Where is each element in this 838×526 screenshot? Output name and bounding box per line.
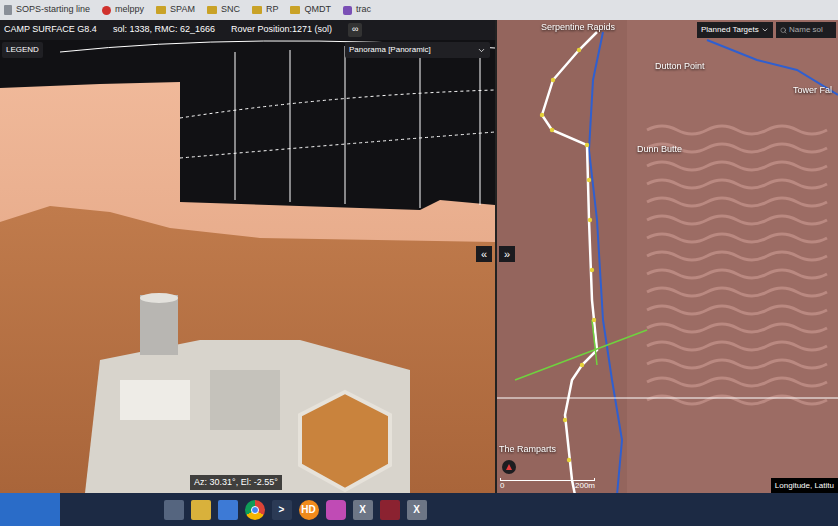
viewer-header: CAMP SURFACE G8.4 sol: 1338, RMC: 62_1666…: [0, 20, 495, 40]
bookmark[interactable]: QMDT: [290, 3, 331, 17]
x-taskbar-button[interactable]: X: [403, 493, 430, 526]
bookmark[interactable]: melppy: [102, 3, 144, 17]
scale-end: 200m: [575, 481, 595, 491]
chevron-down-icon: [761, 26, 769, 34]
landmark-label[interactable]: Tower Fal: [793, 84, 832, 98]
landmark-label[interactable]: Dunn Butte: [637, 143, 682, 157]
chevron-down-icon: [477, 46, 486, 55]
view-select[interactable]: Panorama [Panoramic]: [345, 42, 490, 58]
store-taskbar-button[interactable]: [214, 493, 241, 526]
folder-icon: [252, 6, 262, 14]
coordinates-readout: Longitude, Latitu: [771, 478, 838, 493]
sol-info: sol: 1338, RMC: 62_1666: [113, 23, 215, 37]
panel-divider[interactable]: [495, 20, 497, 493]
scale-start: 0: [500, 481, 504, 491]
map-panel: Serpentine Rapids Dutton Point Tower Fal Du…: [497, 20, 838, 493]
screen: SOPS-starting line melppy SPAM SNC RP QMDT tra…: [0, 0, 838, 526]
folder-icon: [156, 6, 166, 14]
expand-right-button[interactable]: »: [499, 246, 515, 262]
viewer-panel: CAMP SURFACE G8.4 sol: 1338, RMC: 62_1666…: [0, 20, 495, 493]
taskbar: >HD XX: [0, 493, 838, 526]
bookmark[interactable]: SOPS-starting line: [4, 3, 90, 17]
legend-button[interactable]: LEGEND: [2, 42, 43, 58]
hd-taskbar-button[interactable]: HD: [295, 493, 322, 526]
search-icon: [780, 27, 787, 34]
panorama-image[interactable]: [0, 40, 495, 493]
map-canvas[interactable]: [497, 20, 838, 493]
viewer-title: CAMP SURFACE G8.4: [4, 23, 97, 37]
app-icon: [102, 6, 111, 15]
folder-icon: [290, 6, 300, 14]
bookmark[interactable]: SPAM: [156, 3, 195, 17]
search-field[interactable]: Name sol: [776, 22, 836, 38]
bookmark[interactable]: SNC: [207, 3, 240, 17]
gem-taskbar-button[interactable]: [322, 493, 349, 526]
x-taskbar-button[interactable]: X: [349, 493, 376, 526]
terminal-taskbar-button[interactable]: >: [268, 493, 295, 526]
compass-icon[interactable]: [502, 460, 516, 474]
panorama-view: LEGEND Panorama [Panoramic] Az: 30.31°, El…: [0, 40, 495, 493]
folder-icon: [207, 6, 217, 14]
files-taskbar-button[interactable]: [187, 493, 214, 526]
red-taskbar-button[interactable]: [376, 493, 403, 526]
rover-position: Rover Position:1271 (sol): [231, 23, 332, 37]
layer-select[interactable]: Planned Targets: [697, 22, 773, 38]
landmark-label[interactable]: Serpentine Rapids: [541, 21, 615, 35]
collapse-left-button[interactable]: «: [476, 246, 492, 262]
tool-icon: [343, 6, 352, 15]
start-button[interactable]: [0, 493, 60, 526]
taskview-taskbar-button[interactable]: [160, 493, 187, 526]
landmark-label[interactable]: The Ramparts: [499, 443, 556, 457]
chrome-taskbar-button[interactable]: [241, 493, 268, 526]
pointing-readout: Az: 30.31°, El: -2.55°: [190, 475, 282, 491]
link-button[interactable]: ∞: [348, 23, 362, 37]
bookmark[interactable]: RP: [252, 3, 279, 17]
page-icon: [4, 5, 12, 15]
bookmark[interactable]: trac: [343, 3, 371, 17]
bookmarks-bar: SOPS-starting line melppy SPAM SNC RP QMDT tra…: [0, 0, 838, 20]
workspace: CAMP SURFACE G8.4 sol: 1338, RMC: 62_1666…: [0, 20, 838, 493]
landmark-label[interactable]: Dutton Point: [655, 60, 705, 74]
scale-bar: 0 200m: [500, 478, 595, 491]
